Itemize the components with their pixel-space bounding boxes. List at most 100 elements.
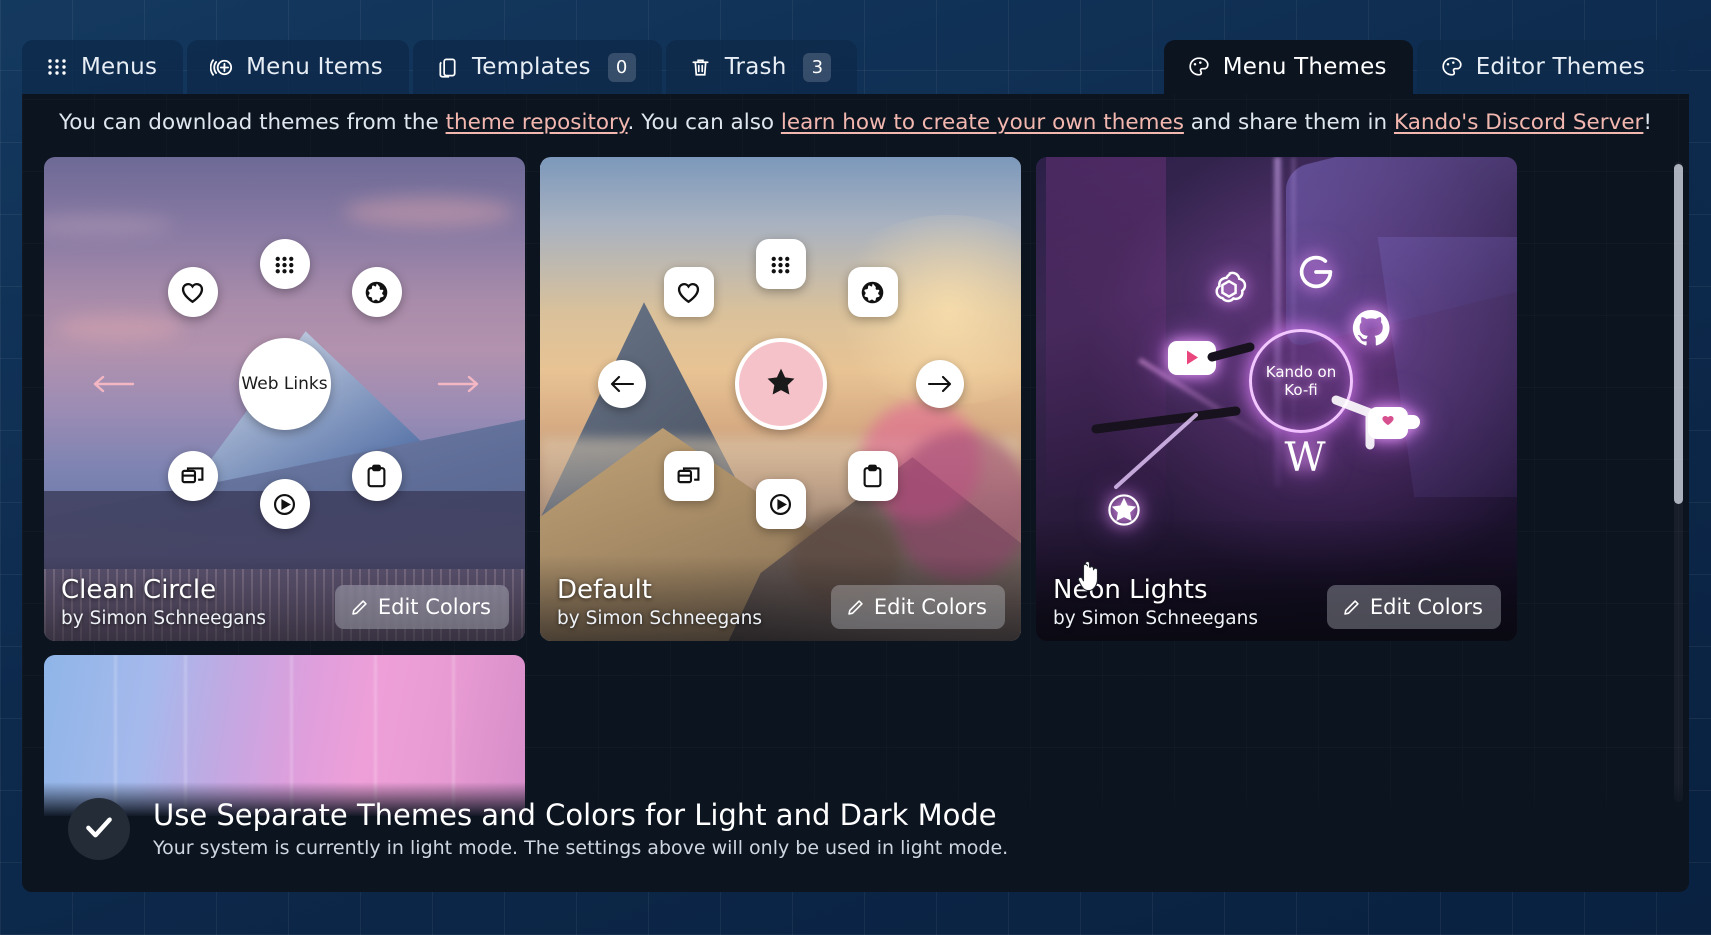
scrollbar-thumb[interactable] — [1674, 164, 1683, 504]
theme-tab-group: Menu Themes Editor Themes — [1163, 40, 1689, 94]
theme-name: Neon Lights — [1053, 574, 1208, 605]
banner-text-4: ! — [1643, 110, 1653, 135]
theme-author: by Simon Schneegans — [557, 608, 762, 630]
grid-icon — [44, 54, 70, 80]
theme-list-scrollbar[interactable] — [1674, 162, 1683, 802]
theme-author: by Simon Schneegans — [61, 608, 266, 630]
pie-item-media — [755, 479, 806, 530]
heart-icon — [179, 279, 206, 306]
heart-icon — [675, 279, 702, 306]
pie-arrow-left-icon — [90, 369, 136, 399]
theme-card-footer: Neon Lights by Simon Schneegans Edit Col… — [1036, 555, 1517, 641]
tab-menus[interactable]: Menus — [22, 40, 184, 94]
kando-settings-window: Menus Menu Items Templates 0 Trash 3 Men… — [22, 22, 1689, 892]
pie-item-web — [351, 267, 402, 318]
play-circle-icon — [271, 491, 298, 518]
pie-item-apps — [259, 239, 310, 290]
theme-name: Default — [557, 574, 652, 605]
tab-menus-label: Menus — [81, 54, 158, 80]
banner-text-3: and share them in — [1183, 110, 1394, 135]
tab-trash[interactable]: Trash 3 — [665, 40, 858, 94]
tab-templates-label: Templates — [471, 54, 591, 80]
edit-colors-label: Edit Colors — [1369, 595, 1483, 619]
pencil-icon — [846, 598, 865, 617]
globe-icon — [859, 279, 886, 306]
copy-icon — [435, 54, 461, 80]
banner-text-2: . You can also — [627, 110, 781, 135]
clipboard-icon — [363, 463, 390, 490]
edit-colors-label: Edit Colors — [377, 595, 491, 619]
tab-templates[interactable]: Templates 0 — [412, 40, 662, 94]
info-banner: You can download themes from the theme r… — [22, 94, 1689, 145]
pie-item-windows — [167, 451, 218, 502]
trash-icon — [688, 54, 714, 80]
tab-editor-themes[interactable]: Editor Themes — [1416, 40, 1671, 94]
pie-item-media — [259, 479, 310, 530]
trash-count-badge: 3 — [803, 52, 832, 82]
theme-card-footer: Default by Simon Schneegans Edit Colors — [540, 555, 1021, 641]
pie-center-label: Web Links — [241, 374, 328, 395]
theme-card-default[interactable]: Default by Simon Schneegans Edit Colors — [540, 157, 1021, 641]
tab-trash-label: Trash — [724, 54, 787, 80]
clipboard-icon — [859, 463, 886, 490]
grid-icon — [271, 251, 298, 278]
theme-repository-link[interactable]: theme repository — [446, 110, 628, 135]
tab-menu-items[interactable]: Menu Items — [187, 40, 409, 94]
pencil-icon — [1342, 598, 1361, 617]
play-circle-icon — [767, 491, 794, 518]
theme-author: by Simon Schneegans — [1053, 608, 1258, 630]
checkmark-icon — [82, 810, 116, 848]
dark-mode-option-text: Use Separate Themes and Colors for Light… — [153, 799, 1008, 859]
edit-colors-button[interactable]: Edit Colors — [334, 585, 509, 629]
pie-center-node: Web Links — [238, 338, 331, 431]
add-node-icon — [209, 54, 235, 80]
pie-center-node — [734, 338, 827, 431]
dark-mode-option-description: Your system is currently in light mode. … — [153, 836, 1009, 859]
edit-colors-button[interactable]: Edit Colors — [830, 585, 1005, 629]
create-themes-link[interactable]: learn how to create your own themes — [781, 110, 1184, 135]
pie-item-web — [847, 267, 898, 318]
theme-card-text: Clean Circle by Simon Schneegans — [61, 576, 266, 629]
pie-item-clipboard — [351, 451, 402, 502]
dark-mode-option-row[interactable]: Use Separate Themes and Colors for Light… — [22, 782, 1689, 892]
pie-arrow-left-button — [597, 360, 646, 409]
pie-item-favorites — [167, 267, 218, 318]
tab-menu-themes[interactable]: Menu Themes — [1163, 40, 1413, 94]
pie-item-windows — [663, 451, 714, 502]
palette-icon — [1186, 54, 1212, 80]
theme-card-text: Neon Lights by Simon Schneegans — [1053, 576, 1258, 629]
palette-icon — [1439, 54, 1465, 80]
tab-menu-themes-label: Menu Themes — [1222, 54, 1387, 80]
pencil-icon — [350, 598, 369, 617]
tab-bar-right-edge — [1675, 40, 1689, 94]
tab-menu-items-label: Menu Items — [246, 54, 383, 80]
separate-themes-checkbox[interactable] — [68, 798, 130, 860]
pie-item-favorites — [663, 267, 714, 318]
grid-icon — [767, 251, 794, 278]
theme-card-neon-lights[interactable]: Kando on Ko-fi W Neon Lights by Simon Sc… — [1036, 157, 1517, 641]
tab-bar: Menus Menu Items Templates 0 Trash 3 Men… — [22, 22, 1689, 94]
pie-arrow-right-button — [915, 360, 964, 409]
pie-menu-preview: Web Links — [93, 219, 478, 549]
pie-arrow-right-icon — [436, 369, 482, 399]
dark-mode-option-title: Use Separate Themes and Colors for Light… — [153, 798, 997, 833]
theme-card-clean-circle[interactable]: Web Links Clean Circle by Simon Schneega… — [44, 157, 525, 641]
pie-item-clipboard — [847, 451, 898, 502]
templates-count-badge: 0 — [607, 52, 636, 82]
pie-item-apps — [755, 239, 806, 290]
pie-menu-preview — [597, 219, 964, 549]
edit-colors-label: Edit Colors — [873, 595, 987, 619]
star-icon — [764, 365, 798, 404]
windows-icon — [179, 463, 206, 490]
theme-name: Clean Circle — [61, 574, 217, 605]
discord-server-link[interactable]: Kando's Discord Server — [1394, 110, 1643, 135]
globe-icon — [363, 279, 390, 306]
theme-card-text: Default by Simon Schneegans — [557, 576, 762, 629]
tab-editor-themes-label: Editor Themes — [1475, 54, 1645, 80]
edit-colors-button[interactable]: Edit Colors — [1326, 585, 1501, 629]
menu-themes-panel: You can download themes from the theme r… — [22, 94, 1689, 892]
theme-grid: Web Links Clean Circle by Simon Schneega… — [44, 157, 1559, 816]
windows-icon — [675, 463, 702, 490]
banner-text-1: You can download themes from the — [58, 110, 446, 135]
theme-list-scroll-area[interactable]: Web Links Clean Circle by Simon Schneega… — [22, 156, 1689, 816]
